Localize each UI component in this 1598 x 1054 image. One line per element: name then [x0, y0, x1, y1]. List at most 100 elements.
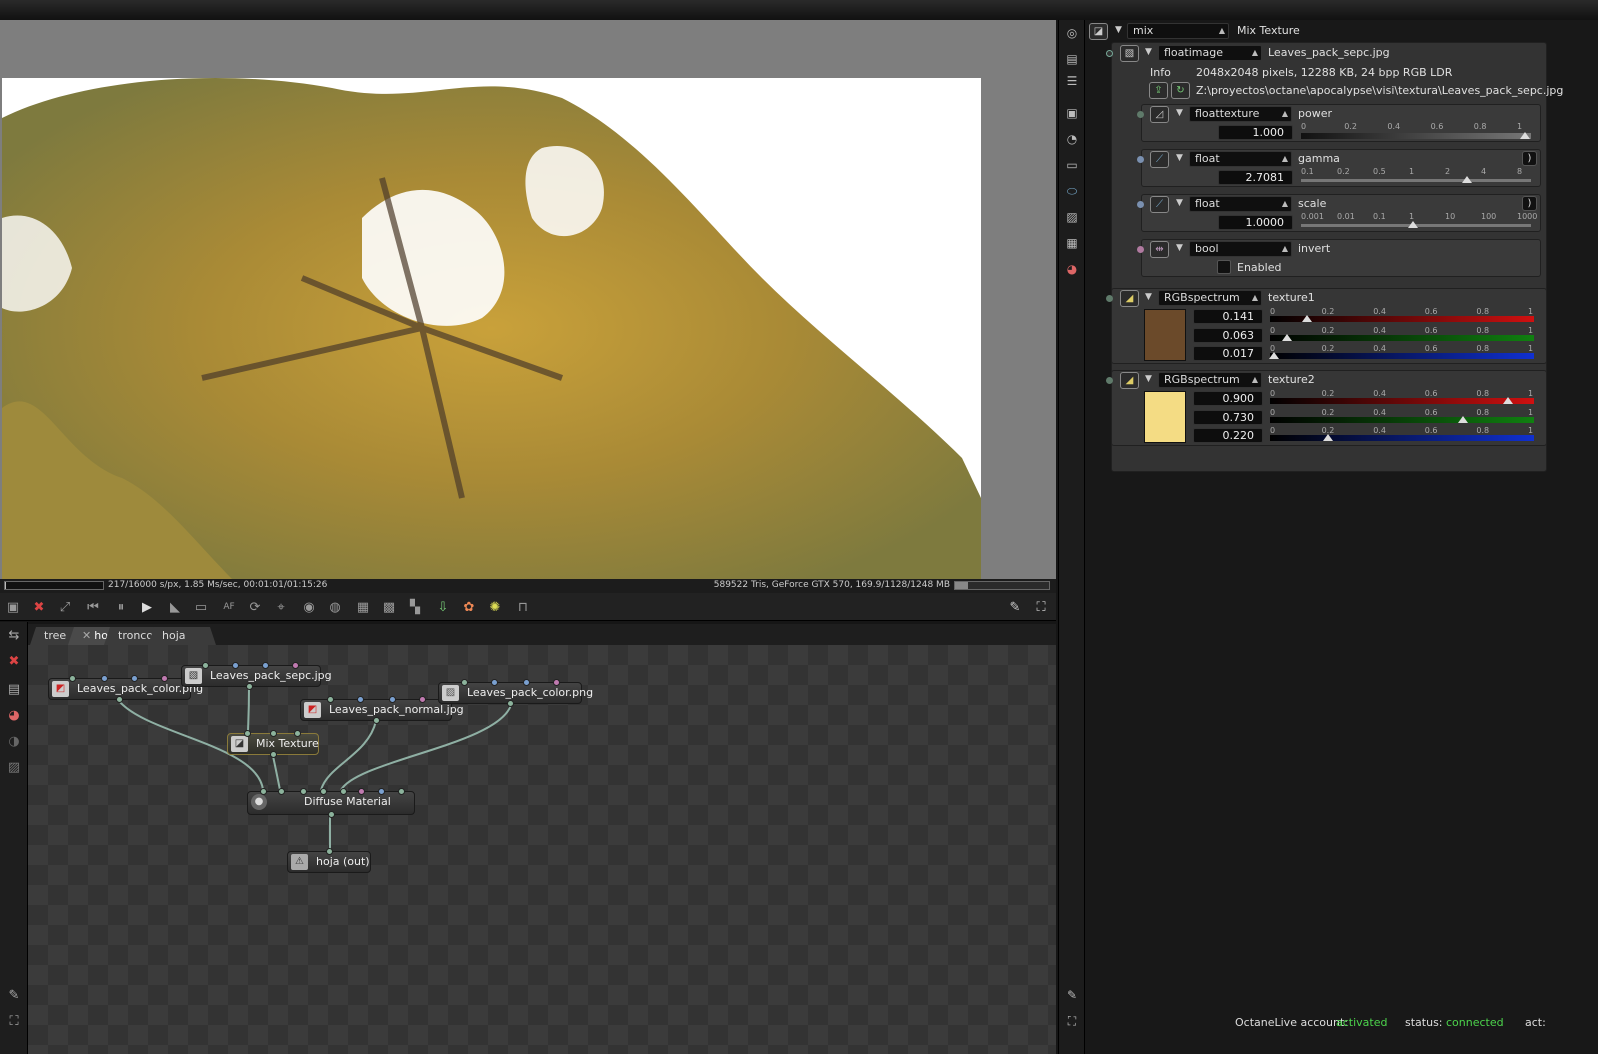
camera-settings-icon[interactable]: ◎ [1063, 24, 1081, 42]
curve-icon[interactable]: ) [1522, 196, 1537, 211]
image-type-select[interactable]: floatimage ▲ [1158, 45, 1262, 61]
node-pin[interactable] [101, 675, 108, 682]
kernel-icon[interactable]: ◔ [1063, 130, 1081, 148]
node-pin[interactable] [244, 730, 251, 737]
texture2-g-input[interactable]: 0.730 [1193, 410, 1263, 425]
gamma-slider[interactable] [1301, 179, 1531, 182]
bool-icon[interactable]: ⇹ [1150, 241, 1169, 258]
node-out-pin[interactable] [507, 700, 514, 707]
node-pin[interactable] [398, 788, 405, 795]
power-type-select[interactable]: floattexture ▲ [1189, 106, 1292, 122]
green-channel-bar[interactable] [1270, 416, 1534, 423]
floattexture-icon[interactable]: ◿ [1150, 106, 1169, 123]
node-leaves-normal[interactable]: ◩ Leaves_pack_normal.jpg [300, 696, 464, 724]
node-hoja-out[interactable]: ⚠ hoja (out) [287, 848, 371, 873]
node-pin[interactable] [292, 662, 299, 669]
texture1-b-input[interactable]: 0.017 [1193, 346, 1263, 361]
node-pin[interactable] [357, 696, 364, 703]
node-out-pin[interactable] [373, 717, 380, 724]
camera-icon[interactable]: ▣ [4, 598, 22, 616]
node-pin[interactable] [419, 696, 426, 703]
quad-icon[interactable]: ▚ [406, 598, 424, 616]
node-pin[interactable] [491, 679, 498, 686]
environment-icon[interactable]: ⬭ [1063, 182, 1081, 200]
rgb-spectrum-icon[interactable]: ◢ [1120, 372, 1139, 389]
node-pin[interactable] [161, 675, 168, 682]
green-channel-thumb[interactable] [1281, 333, 1292, 341]
node-pin[interactable] [300, 788, 307, 795]
inspector-fullscreen-icon[interactable]: ⛶ [1063, 1012, 1081, 1030]
node-pin[interactable] [358, 788, 365, 795]
node-pin[interactable] [553, 679, 560, 686]
lock-icon[interactable]: ⊓ [514, 598, 532, 616]
collapse-icon[interactable]: ▼ [1176, 243, 1183, 253]
scale-slider-thumb[interactable] [1408, 221, 1418, 228]
node-out-pin[interactable] [116, 696, 123, 703]
blue-channel-bar[interactable] [1270, 353, 1534, 359]
power-input[interactable]: 1.000 [1218, 125, 1293, 140]
node-type-select[interactable]: mix ▲ [1127, 23, 1229, 39]
render-viewport[interactable] [0, 20, 1056, 579]
invert-type-select[interactable]: bool ▲ [1189, 241, 1292, 257]
node-diffuse-material[interactable]: ● Diffuse Material [247, 788, 415, 818]
collapse-icon[interactable]: ▼ [1176, 108, 1183, 118]
import-icon[interactable]: ⇩ [434, 598, 452, 616]
image-icon[interactable]: ▣ [1063, 104, 1081, 122]
texture1-type-select[interactable]: RGBspectrum ▲ [1158, 290, 1262, 306]
collapse-icon[interactable]: ▼ [1145, 374, 1152, 384]
gamma-slider-thumb[interactable] [1461, 176, 1472, 183]
material-icon[interactable]: ◕ [5, 706, 23, 724]
node-out-pin[interactable] [246, 683, 253, 690]
tab-hoja-sss[interactable]: hoja SSS [148, 627, 216, 645]
node-pin[interactable] [327, 696, 334, 703]
texture2-type-select[interactable]: RGBspectrum ▲ [1158, 372, 1262, 388]
node-mix-texture[interactable]: ◪ Mix Texture [227, 730, 319, 758]
gamma-type-select[interactable]: float ▲ [1189, 151, 1292, 167]
play-icon[interactable]: ▶ [138, 598, 156, 616]
alpha-icon[interactable]: ▩ [380, 598, 398, 616]
color-icon[interactable]: ✿ [460, 598, 478, 616]
wrench-icon[interactable]: ✎ [1006, 598, 1024, 616]
fit-icon[interactable]: ⤢ [56, 598, 74, 616]
texture2-color-swatch[interactable] [1144, 391, 1186, 443]
postprocess-icon[interactable]: ▦ [1063, 234, 1081, 252]
load-image-icon[interactable]: ⇪ [1149, 82, 1168, 99]
pause-icon[interactable]: ⏸ [112, 598, 130, 616]
rotate-icon[interactable]: ⟳ [246, 598, 264, 616]
texture2-b-input[interactable]: 0.220 [1193, 428, 1263, 443]
mix-node-icon[interactable]: ◪ [1089, 23, 1108, 40]
green-channel-thumb[interactable] [1457, 415, 1468, 423]
node-pin[interactable] [461, 679, 468, 686]
layout-icon[interactable]: ⇆ [5, 626, 23, 644]
rewind-icon[interactable]: ⏮ [84, 598, 102, 616]
collapse-icon[interactable]: ▼ [1145, 47, 1152, 57]
enabled-checkbox[interactable] [1217, 260, 1231, 274]
node-graph-canvas[interactable]: ◩ Leaves_pack_color.png ▧ Leaves_pack_se… [28, 645, 1056, 1054]
inspector-wrench-icon[interactable]: ✎ [1063, 986, 1081, 1004]
close-icon[interactable]: ✕ [82, 629, 91, 642]
collapse-icon[interactable]: ▼ [1176, 198, 1183, 208]
float-icon[interactable]: ⟋ [1150, 151, 1169, 168]
graph-wrench-icon[interactable]: ✎ [5, 986, 23, 1004]
clear-graph-icon[interactable]: ✖ [5, 652, 23, 670]
blue-channel-bar[interactable] [1270, 435, 1534, 441]
node-pin[interactable] [340, 788, 347, 795]
region-icon[interactable]: ◉ [300, 598, 318, 616]
scale-type-select[interactable]: float ▲ [1189, 196, 1292, 212]
pick-icon[interactable]: ⌖ [272, 598, 290, 616]
clear-icon[interactable]: ✖ [30, 598, 48, 616]
node-pin[interactable] [378, 788, 385, 795]
collapse-icon[interactable]: ▼ [1115, 25, 1122, 35]
texture1-r-input[interactable]: 0.141 [1193, 309, 1263, 324]
graph-fullscreen-icon[interactable]: ⛶ [5, 1012, 23, 1030]
fullscreen-icon[interactable]: ⛶ [1032, 598, 1050, 616]
focus-icon[interactable]: ◣ [166, 598, 184, 616]
material-library-icon[interactable]: ◕ [1063, 260, 1081, 278]
node-pin[interactable] [69, 675, 76, 682]
image-icon[interactable]: ▧ [1120, 45, 1139, 62]
node-leaves-color-1[interactable]: ◩ Leaves_pack_color.png [48, 675, 203, 703]
curve-icon[interactable]: ) [1522, 151, 1537, 166]
texture1-color-swatch[interactable] [1144, 309, 1186, 361]
film-settings-icon[interactable]: ▭ [1063, 156, 1081, 174]
node-pin[interactable] [294, 730, 301, 737]
